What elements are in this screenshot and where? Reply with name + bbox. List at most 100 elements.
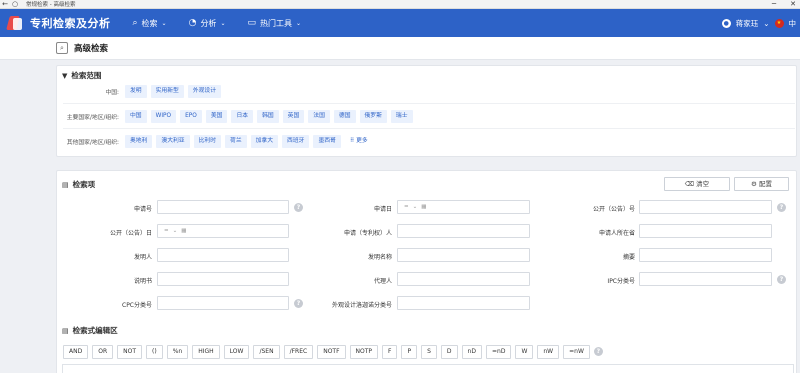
input-publication-no[interactable]	[639, 200, 772, 214]
input-cpc[interactable]	[157, 296, 289, 310]
operator-button[interactable]: ()	[146, 345, 163, 359]
minimize-button[interactable]: ─	[772, 0, 776, 9]
input-inventor[interactable]	[157, 248, 289, 262]
input-publication-date[interactable]: = ⌄ ▦	[157, 224, 289, 238]
input-ipc[interactable]	[639, 272, 772, 286]
config-label: 配置	[758, 180, 772, 188]
input-abstract[interactable]	[639, 248, 772, 262]
input-description[interactable]	[157, 272, 289, 286]
chevron-down-icon: ⌄	[161, 19, 167, 27]
chip-country[interactable]: 墨西哥	[313, 135, 341, 148]
chip-country[interactable]: 德国	[333, 110, 356, 123]
chip-country[interactable]: 俄罗斯	[359, 110, 387, 123]
chip-country[interactable]: 中国	[125, 110, 147, 123]
scope-card: ▼ 检索范围 中国: 发明 实用新型 外观设计 主要国家/地区/组织: 中国 W…	[56, 65, 797, 157]
scope-title: 检索范围	[71, 71, 102, 80]
label-ipc: IPC分类号	[607, 278, 635, 285]
operator-button[interactable]: nD	[461, 345, 482, 359]
input-application-date[interactable]: = ⌄ ▦	[397, 200, 530, 214]
chip-country[interactable]: EPO	[180, 110, 202, 123]
menu-search[interactable]: ⌕ 检索 ⌄	[133, 18, 167, 29]
language-label[interactable]: 中	[789, 18, 797, 29]
user-avatar-icon[interactable]: ●	[721, 18, 731, 28]
chip-country[interactable]: 日本	[231, 110, 254, 123]
chip-country[interactable]: 美国	[205, 110, 228, 123]
divider	[63, 128, 795, 129]
clear-button[interactable]: ⌫ 清空	[664, 177, 730, 191]
calendar-icon: ▦	[421, 204, 427, 210]
label-applicant: 申请（专利权）人	[343, 230, 392, 237]
scope-row-label: 中国:	[105, 90, 119, 96]
operator-button[interactable]: OR	[92, 345, 114, 359]
chip-country[interactable]: 韩国	[257, 110, 279, 123]
more-button[interactable]: ⠿ 更多	[345, 135, 373, 148]
operator-button[interactable]: NOT	[117, 345, 143, 359]
config-button[interactable]: ⚙ 配置	[734, 177, 789, 191]
operator-button[interactable]: %n	[166, 345, 189, 359]
chart-icon: ◔	[188, 18, 197, 28]
main-menu: ⌕ 检索 ⌄ ◔ 分析 ⌄ ▭ 热门工具 ⌄	[133, 18, 302, 29]
chip-country[interactable]: 西班牙	[282, 135, 310, 148]
user-name[interactable]: 蒋家珏	[736, 18, 759, 29]
operator-button[interactable]: nW	[537, 345, 560, 359]
operator-button[interactable]: P	[401, 345, 418, 359]
edit-icon: ▤	[62, 326, 69, 335]
chip-country[interactable]: 法国	[308, 110, 330, 123]
operator-button[interactable]: W	[515, 345, 534, 359]
chip-country[interactable]: 英国	[282, 110, 305, 123]
top-navigation: 专利检索及分析 ⌕ 检索 ⌄ ◔ 分析 ⌄ ▭ 热门工具 ⌄ ● 蒋家珏 ⌄ ★…	[0, 9, 800, 37]
operator-button[interactable]: S	[421, 345, 437, 359]
operator-button[interactable]: /FREC	[283, 345, 314, 359]
operator-button[interactable]: HIGH	[192, 345, 220, 359]
input-applicant-location[interactable]	[639, 224, 772, 238]
operator-button[interactable]: NOTF	[317, 345, 346, 359]
chip-country[interactable]: WIPO	[150, 110, 177, 123]
help-icon[interactable]: ?	[777, 203, 786, 212]
logo-mark-icon	[6, 14, 24, 32]
help-icon[interactable]: ?	[777, 275, 786, 284]
search-icon: ⌕	[132, 18, 138, 28]
help-icon[interactable]: ?	[593, 347, 603, 356]
chip-utility-model[interactable]: 实用新型	[150, 85, 184, 98]
app-logo[interactable]: 专利检索及分析	[6, 14, 111, 32]
china-flag-icon[interactable]: ★	[774, 18, 784, 28]
items-title: 检索项	[72, 180, 96, 189]
operator-button[interactable]: AND	[63, 345, 89, 359]
input-invention-name[interactable]	[397, 248, 530, 262]
close-button[interactable]: ✕	[790, 0, 796, 9]
input-agent[interactable]	[397, 272, 530, 286]
menu-analysis[interactable]: ◔ 分析 ⌄	[189, 18, 226, 29]
input-applicant[interactable]	[397, 224, 530, 238]
menu-tools[interactable]: ▭ 热门工具 ⌄	[247, 18, 301, 29]
scope-row-major: 主要国家/地区/组织: 中国 WIPO EPO 美国 日本 韩国 英国 法国 德…	[57, 110, 417, 123]
chip-country[interactable]: 荷兰	[225, 135, 247, 148]
input-application-no[interactable]	[157, 200, 289, 214]
clear-label: 清空	[696, 180, 710, 188]
scope-row-china: 中国: 发明 实用新型 外观设计	[57, 85, 225, 98]
input-locarno[interactable]	[397, 296, 530, 310]
chip-country[interactable]: 瑞士	[390, 110, 413, 123]
operator-button[interactable]: /SEN	[253, 345, 280, 359]
chip-country[interactable]: 比利时	[193, 135, 222, 148]
help-icon[interactable]: ?	[294, 203, 303, 212]
label-publication-date: 公开（公告）日	[109, 230, 152, 237]
info-icon[interactable]: ○	[10, 0, 20, 9]
operator-toolbar: AND OR NOT () %n HIGH LOW /SEN /FREC NOT…	[63, 345, 603, 359]
page-header: ⌕ 高级检索	[0, 37, 800, 60]
chip-design[interactable]: 外观设计	[187, 85, 222, 98]
label-application-date: 申请日	[373, 206, 392, 213]
operator-button[interactable]: NOTP	[349, 345, 379, 359]
label-invention-name: 发明名称	[367, 254, 392, 261]
operator-button[interactable]: LOW	[223, 345, 250, 359]
chip-country[interactable]: 奥地利	[125, 135, 153, 148]
chevron-down-icon[interactable]: ⌄	[763, 19, 769, 28]
operator-button[interactable]: =nD	[485, 345, 512, 359]
operator-button[interactable]: =nW	[563, 345, 590, 359]
chip-country[interactable]: 加拿大	[250, 135, 279, 148]
operator-button[interactable]: D	[440, 345, 458, 359]
chip-invention[interactable]: 发明	[125, 85, 147, 98]
back-arrow-icon[interactable]: ←	[0, 0, 10, 9]
chip-country[interactable]: 澳大利亚	[156, 135, 190, 148]
operator-button[interactable]: F	[382, 345, 398, 359]
query-editor[interactable]	[62, 364, 794, 373]
